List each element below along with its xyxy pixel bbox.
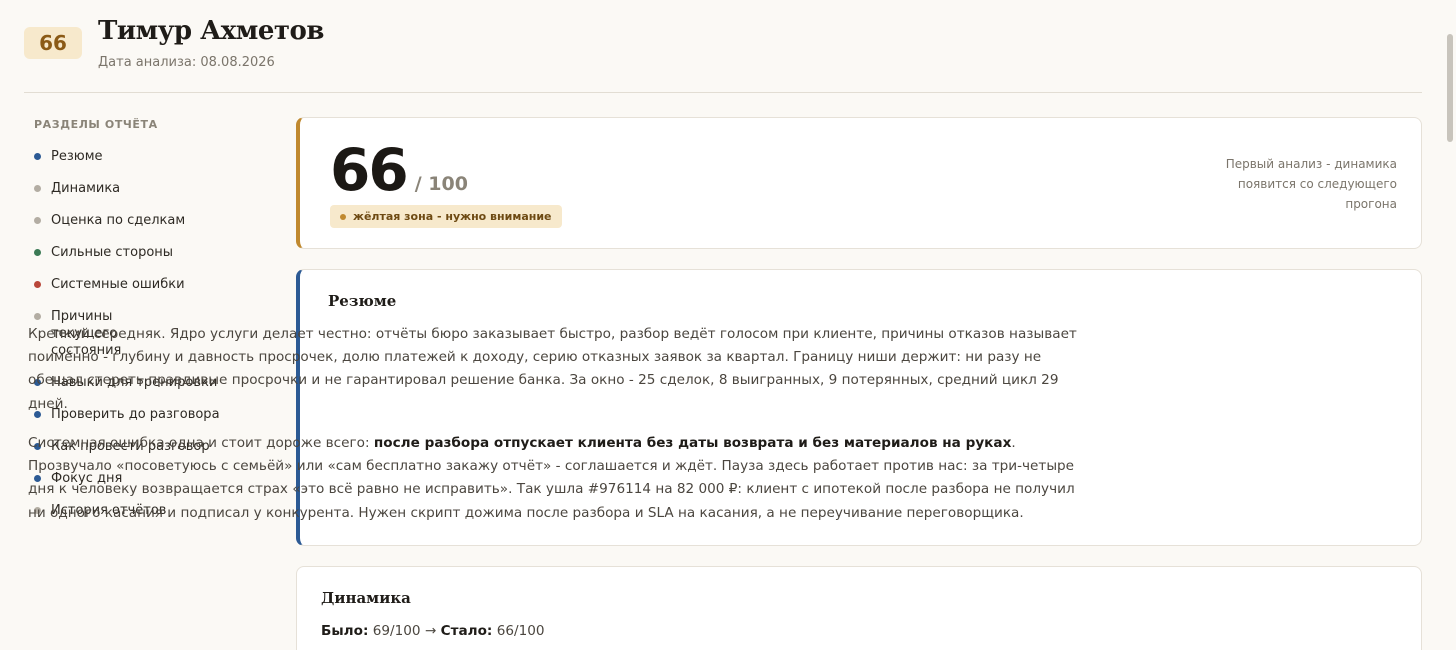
summary-paragraph-2: Системная ошибка одна и стоит дороже все… xyxy=(28,432,1096,525)
zone-dot-icon xyxy=(340,213,346,220)
score-badge: 66 xyxy=(24,27,82,59)
score-value: 66 xyxy=(330,136,409,204)
sidebar-item[interactable]: Системные ошибки xyxy=(34,276,244,293)
sidebar-item-label: Динамика xyxy=(51,181,121,196)
sidebar-item-label: Сильные стороны xyxy=(51,245,174,260)
status-dot-icon xyxy=(34,185,41,192)
summary-paragraph-1: Крепкий середняк. Ядро услуги делает чес… xyxy=(28,326,1077,412)
sidebar-item-label: Системные ошибки xyxy=(51,277,185,292)
score-card: 66 / 100 жёлтая зона - нужно внимание Пе… xyxy=(296,117,1422,249)
sidebar-item[interactable]: Сильные стороны xyxy=(34,244,244,261)
sidebar-item[interactable]: Оценка по сделкам xyxy=(34,212,244,229)
status-dot-icon xyxy=(34,281,41,288)
status-dot-icon xyxy=(34,313,41,320)
score-main: 66 / 100 xyxy=(330,138,468,202)
dynamics-card: Динамика Было: 69/100 → Стало: 66/100 xyxy=(296,566,1422,650)
summary-title: Резюме xyxy=(328,292,397,310)
report-header: 66 Тимур Ахметов Дата анализа: 08.08.202… xyxy=(24,0,1422,93)
person-name: Тимур Ахметов xyxy=(98,16,324,46)
score-max: / 100 xyxy=(414,173,468,195)
sidebar-item[interactable]: Резюме xyxy=(34,148,244,165)
arrow-icon: → xyxy=(424,623,437,639)
sidebar-item-label: Оценка по сделкам xyxy=(51,213,186,228)
before-value: 69/100 xyxy=(372,623,421,639)
summary-p2-start: Системная ошибка одна и стоит дороже все… xyxy=(28,435,374,451)
dynamics-line: Было: 69/100 → Стало: 66/100 xyxy=(321,623,545,639)
dynamics-title: Динамика xyxy=(321,589,411,607)
score-note: Первый анализ - динамика появится со сле… xyxy=(1225,157,1397,211)
analysis-date: Дата анализа: 08.08.2026 xyxy=(98,55,275,70)
page-scrollbar[interactable] xyxy=(1447,34,1453,142)
sidebar-item[interactable]: Динамика xyxy=(34,180,244,197)
before-label: Было: xyxy=(321,623,369,639)
sidebar-title: РАЗДЕЛЫ ОТЧЁТА xyxy=(34,118,158,131)
zone-badge: жёлтая зона - нужно внимание xyxy=(330,205,562,228)
after-value: 66/100 xyxy=(496,623,545,639)
status-dot-icon xyxy=(34,217,41,224)
status-dot-icon xyxy=(34,249,41,256)
summary-p2-bold: после разбора отпускает клиента без даты… xyxy=(373,435,1012,451)
sidebar-item-label: Резюме xyxy=(51,149,103,164)
zone-label: жёлтая зона - нужно внимание xyxy=(353,210,552,223)
after-label: Стало: xyxy=(440,623,493,639)
status-dot-icon xyxy=(34,153,41,160)
